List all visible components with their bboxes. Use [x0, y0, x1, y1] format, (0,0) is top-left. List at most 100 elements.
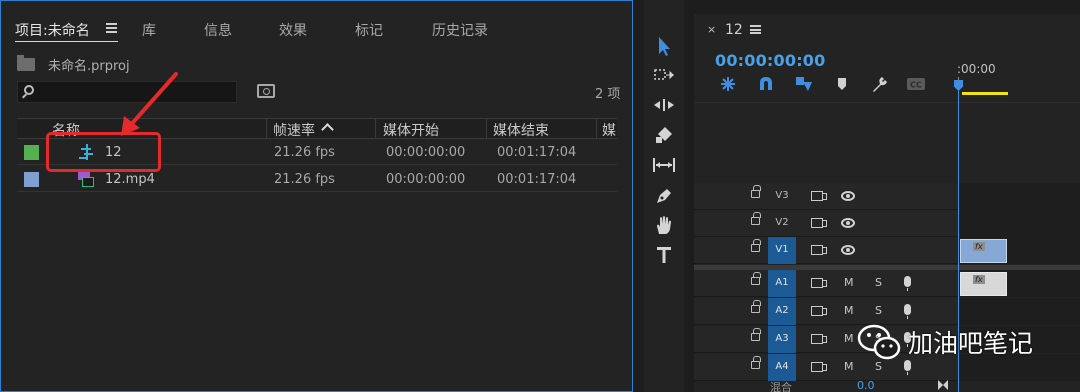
sync-lock-icon[interactable]: [811, 218, 827, 228]
timeline-settings-wrench-icon[interactable]: [868, 74, 890, 94]
track-label: V2: [775, 217, 789, 228]
label-color-chip[interactable]: [24, 145, 39, 160]
track-v2[interactable]: V2: [694, 210, 1080, 237]
linked-selection-icon[interactable]: [793, 74, 815, 94]
tab-info[interactable]: 信息: [204, 20, 232, 40]
sync-lock-icon[interactable]: [811, 245, 827, 255]
lock-icon[interactable]: [751, 272, 761, 285]
track-target[interactable]: V3: [768, 183, 796, 210]
hand-tool-icon[interactable]: [644, 212, 684, 238]
item-media-start: 00:00:00:00: [386, 172, 466, 187]
mic-icon[interactable]: [904, 276, 911, 291]
column-divider[interactable]: [596, 119, 597, 138]
track-area[interactable]: [958, 183, 1080, 210]
track-select-tool-icon[interactable]: [644, 62, 684, 88]
mute-button[interactable]: M: [844, 332, 854, 345]
tab-markers[interactable]: 标记: [355, 20, 383, 40]
fx-badge: fx: [973, 242, 985, 251]
column-divider[interactable]: [266, 119, 267, 138]
tab-libraries[interactable]: 库: [142, 20, 156, 40]
mute-button[interactable]: M: [844, 360, 854, 373]
lock-icon[interactable]: [751, 185, 761, 198]
close-icon[interactable]: ×: [707, 23, 716, 36]
track-a2[interactable]: A2 M S: [694, 298, 1080, 325]
track-area[interactable]: [958, 210, 1080, 237]
panel-menu-icon[interactable]: [106, 23, 117, 33]
track-a1[interactable]: A1 M S fx: [694, 270, 1080, 297]
track-label: A3: [775, 333, 789, 344]
project-folder-icon: [17, 55, 35, 71]
mix-value[interactable]: 0.0: [857, 379, 875, 392]
eye-icon[interactable]: [841, 191, 855, 201]
sync-lock-icon[interactable]: [811, 278, 827, 288]
item-frame-rate: 21.26 fps: [274, 172, 335, 187]
track-target[interactable]: V2: [768, 210, 796, 237]
tab-history[interactable]: 历史记录: [432, 20, 488, 40]
track-label: A4: [775, 361, 789, 372]
add-marker-icon[interactable]: [831, 74, 853, 94]
sequence-tab-title[interactable]: 12: [725, 22, 743, 38]
track-label: A2: [775, 305, 789, 316]
snap-icon[interactable]: [755, 74, 777, 94]
tab-effects[interactable]: 效果: [279, 20, 307, 40]
lock-icon[interactable]: [751, 212, 761, 225]
video-clip[interactable]: fx: [960, 239, 1007, 263]
ruler-time-label: :00:00: [957, 62, 996, 76]
track-target[interactable]: A3: [768, 326, 796, 353]
razor-tool-icon[interactable]: [644, 122, 684, 148]
sync-lock-icon[interactable]: [811, 334, 827, 344]
lock-icon[interactable]: [751, 300, 761, 313]
annotation-highlight-box: [46, 132, 161, 172]
mix-marker-icon: [938, 380, 948, 390]
item-media-end: 00:01:17:04: [497, 172, 577, 187]
track-label: V3: [775, 190, 789, 201]
item-name[interactable]: 12.mp4: [105, 172, 155, 187]
item-media-start: 00:00:00:00: [386, 145, 466, 160]
mute-button[interactable]: M: [844, 304, 854, 317]
track-area[interactable]: [958, 298, 1080, 325]
captions-icon[interactable]: CC: [905, 74, 927, 94]
column-divider[interactable]: [375, 119, 376, 138]
playhead-timecode[interactable]: 00:00:00:00: [715, 51, 825, 70]
mute-button[interactable]: M: [844, 276, 854, 289]
track-target[interactable]: A1: [768, 270, 796, 297]
solo-button[interactable]: S: [875, 304, 882, 317]
project-panel: 项目:未命名 库 信息 效果 标记 历史记录 未命名.prproj 2 项 名称…: [0, 0, 633, 392]
track-label: A1: [775, 277, 789, 288]
selection-tool-icon[interactable]: [644, 33, 684, 59]
nest-sequences-icon[interactable]: [717, 74, 739, 94]
solo-button[interactable]: S: [875, 276, 882, 289]
column-media-start[interactable]: 媒体开始: [383, 120, 439, 140]
eye-icon[interactable]: [841, 245, 855, 255]
label-color-chip[interactable]: [24, 172, 39, 187]
column-frame-rate[interactable]: 帧速率: [273, 120, 315, 140]
track-v1[interactable]: V1 fx: [694, 237, 1080, 264]
lock-icon[interactable]: [751, 356, 761, 369]
tab-project[interactable]: 项目:未命名: [15, 20, 90, 40]
lock-icon[interactable]: [751, 328, 761, 341]
playhead[interactable]: [954, 80, 963, 91]
track-target[interactable]: A2: [768, 298, 796, 325]
pen-tool-icon[interactable]: [644, 183, 684, 209]
ripple-edit-tool-icon[interactable]: [644, 92, 684, 118]
audio-clip[interactable]: fx: [960, 272, 1007, 296]
column-media-end[interactable]: 媒体结束: [493, 120, 549, 140]
panel-menu-icon[interactable]: [750, 25, 761, 34]
watermark-text: 加油吧笔记: [908, 329, 1034, 358]
type-tool-icon[interactable]: [644, 242, 684, 268]
slip-tool-icon[interactable]: [644, 152, 684, 178]
sync-lock-icon[interactable]: [811, 306, 827, 316]
lock-icon[interactable]: [751, 239, 761, 252]
item-media-end: 00:01:17:04: [497, 145, 577, 160]
eye-icon[interactable]: [841, 218, 855, 228]
work-area-bar[interactable]: [962, 92, 1008, 95]
column-divider[interactable]: [486, 119, 487, 138]
column-media-more[interactable]: 媒: [602, 120, 616, 140]
sync-lock-icon[interactable]: [811, 362, 827, 372]
track-target[interactable]: A4: [768, 354, 796, 381]
new-search-bin-icon[interactable]: [257, 84, 275, 98]
sync-lock-icon[interactable]: [811, 191, 827, 201]
track-v3[interactable]: V3: [694, 183, 1080, 210]
mic-icon[interactable]: [904, 304, 911, 319]
track-target[interactable]: V1: [768, 237, 796, 264]
